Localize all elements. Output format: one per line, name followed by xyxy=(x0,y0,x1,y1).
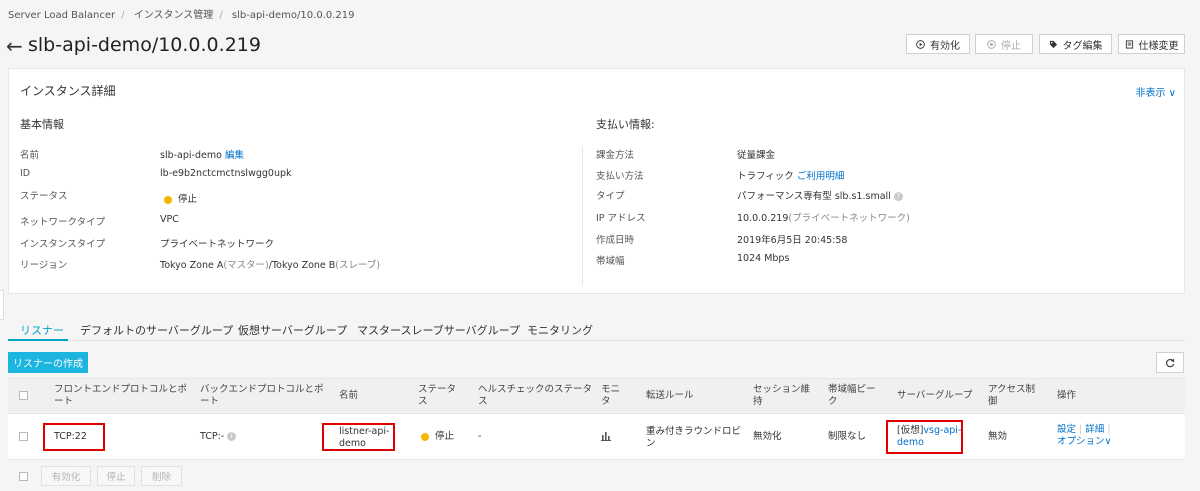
side-panel-handle[interactable] xyxy=(0,290,4,320)
billing-value: 従量課金 xyxy=(737,150,776,161)
header-operations: 操作 xyxy=(1057,390,1077,401)
select-all-checkbox[interactable] xyxy=(19,391,28,400)
header-backend: バックエンドプロトコルとポ ート xyxy=(200,384,324,407)
refresh-button[interactable] xyxy=(1156,352,1184,373)
type-value: パフォーマンス専有型 slb.s1.small? xyxy=(737,188,903,202)
tab-monitoring[interactable]: モニタリング xyxy=(527,322,593,338)
created-value: 2019年6月5日 20:45:58 xyxy=(737,235,848,246)
header-forwarding-rule: 転送ルール xyxy=(646,390,694,401)
tag-edit-button[interactable]: タグ編集 xyxy=(1039,34,1112,54)
instance-type-label: インスタンスタイプ xyxy=(20,239,106,250)
breadcrumb: Server Load Balancer / インスタンス管理 / slb-api-… xyxy=(8,10,355,21)
server-group-value: [仮想]vsg-api- demo xyxy=(897,425,962,449)
header-monitor: モニタ xyxy=(601,384,621,407)
detail-panel-title: インスタンス詳細 xyxy=(20,84,116,98)
header-access-control: アクセス制御 xyxy=(988,384,1036,407)
forwarding-rule-value: 重み付きラウンドロビン xyxy=(646,426,742,449)
bulk-delete-button[interactable]: 削除 xyxy=(141,466,182,486)
bulk-stop-button[interactable]: 停止 xyxy=(97,466,135,486)
billing-label: 課金方法 xyxy=(596,150,635,161)
row-operations: 設定 | 詳細 | オプション∨ xyxy=(1057,424,1112,448)
tab-virtual-server-group[interactable]: 仮想サーバーグループ xyxy=(238,322,347,338)
header-status: ステータス xyxy=(418,384,457,407)
play-circle-icon xyxy=(916,39,925,49)
tab-listener[interactable]: リスナー xyxy=(20,322,64,338)
panel-divider xyxy=(582,146,583,286)
health-check-value: - xyxy=(478,431,482,442)
payment-method-label: 支払い方法 xyxy=(596,171,644,182)
ip-label: IP アドレス xyxy=(596,213,646,224)
document-icon xyxy=(1125,39,1133,49)
region-value: Tokyo Zone A(マスター)/Tokyo Zone B(スレーブ) xyxy=(160,260,381,271)
stop-button[interactable]: 停止 xyxy=(975,34,1033,54)
breadcrumb-item-slb[interactable]: Server Load Balancer xyxy=(8,10,115,21)
active-tab-indicator xyxy=(8,339,68,341)
instance-type-value: プライベートネットワーク xyxy=(160,239,275,250)
session-value: 無効化 xyxy=(753,431,782,442)
bandwidth-label: 帯域幅 xyxy=(596,256,625,267)
name-label: 名前 xyxy=(20,150,40,161)
name-value: slb-api-demo 編集 xyxy=(160,150,244,161)
network-type-label: ネットワークタイプ xyxy=(20,217,106,228)
bulk-select-checkbox[interactable] xyxy=(19,472,28,481)
tab-master-slave-group[interactable]: マスタースレーブサーバグループ xyxy=(357,322,520,338)
region-label: リージョン xyxy=(20,260,68,271)
page-title: slb-api-demo/10.0.0.219 xyxy=(28,34,261,56)
server-group-link-cont[interactable]: demo xyxy=(897,437,961,449)
tag-icon xyxy=(1049,40,1057,48)
listener-name: listner-api-demo xyxy=(339,426,390,449)
breadcrumb-item-instances[interactable]: インスタンス管理 xyxy=(134,10,214,21)
payment-info-title: 支払い情報: xyxy=(596,118,655,131)
create-listener-button[interactable]: リスナーの作成 xyxy=(8,352,88,373)
back-arrow-icon[interactable]: ← xyxy=(6,34,23,58)
bulk-enable-button[interactable]: 有効化 xyxy=(41,466,91,486)
header-health-check: ヘルスチェックのステータス xyxy=(478,384,593,407)
frontend-value: TCP:22 xyxy=(54,431,87,442)
row-status: 停止 xyxy=(421,431,454,443)
header-name: 名前 xyxy=(339,390,359,401)
bandwidth-value: 1024 Mbps xyxy=(737,253,790,264)
info-icon[interactable]: i xyxy=(227,432,237,441)
help-icon[interactable]: ? xyxy=(893,192,903,201)
warning-dot-icon xyxy=(421,432,429,441)
monitor-chart-icon[interactable] xyxy=(600,430,612,444)
enable-button[interactable]: 有効化 xyxy=(906,34,970,54)
type-label: タイプ xyxy=(596,191,625,202)
basic-info-title: 基本情報 xyxy=(20,118,64,131)
header-session: セッション維持 xyxy=(753,384,811,407)
status-label: ステータス xyxy=(20,191,68,202)
options-dropdown[interactable]: オプション∨ xyxy=(1057,436,1111,448)
tab-divider xyxy=(8,340,1185,341)
network-type-value: VPC xyxy=(160,214,179,225)
header-server-group: サーバーグループ xyxy=(897,390,973,401)
ip-value: 10.0.0.219(プライベートネットワーク) xyxy=(737,213,910,224)
header-frontend: フロントエンドプロトコルとポ ート xyxy=(54,384,188,407)
payment-method-value: トラフィック ご利用明細 xyxy=(737,171,845,182)
settings-link[interactable]: 設定 xyxy=(1057,424,1076,435)
id-label: ID xyxy=(20,168,31,179)
table-row xyxy=(8,414,1185,460)
hide-toggle[interactable]: 非表示 ∨ xyxy=(1135,84,1176,99)
row-checkbox[interactable] xyxy=(19,432,28,441)
refresh-icon xyxy=(1165,358,1175,367)
chevron-down-icon: ∨ xyxy=(1104,436,1112,447)
breadcrumb-item-current: slb-api-demo/10.0.0.219 xyxy=(231,10,355,21)
access-control-value: 無効 xyxy=(988,431,1008,442)
backend-value: TCP:- i xyxy=(200,431,237,443)
tab-default-server-group[interactable]: デフォルトのサーバーグループ xyxy=(80,322,233,338)
server-group-link[interactable]: vsg-api- xyxy=(923,425,961,436)
bandwidth-peak-value: 制限なし xyxy=(828,431,867,442)
header-bandwidth-peak: 帯域幅ピーク xyxy=(828,384,876,407)
chevron-down-icon: ∨ xyxy=(1168,88,1176,99)
stop-circle-icon xyxy=(987,39,996,49)
id-value: lb-e9b2nctcmctnslwgg0upk xyxy=(160,168,292,179)
created-label: 作成日時 xyxy=(596,235,635,246)
warning-dot-icon xyxy=(164,195,172,204)
spec-change-button[interactable]: 仕様変更 xyxy=(1118,34,1185,54)
status-value: 停止 xyxy=(164,191,197,205)
edit-name-link[interactable]: 編集 xyxy=(225,150,244,161)
usage-details-link[interactable]: ご利用明細 xyxy=(797,171,845,182)
detail-link[interactable]: 詳細 xyxy=(1085,424,1104,435)
